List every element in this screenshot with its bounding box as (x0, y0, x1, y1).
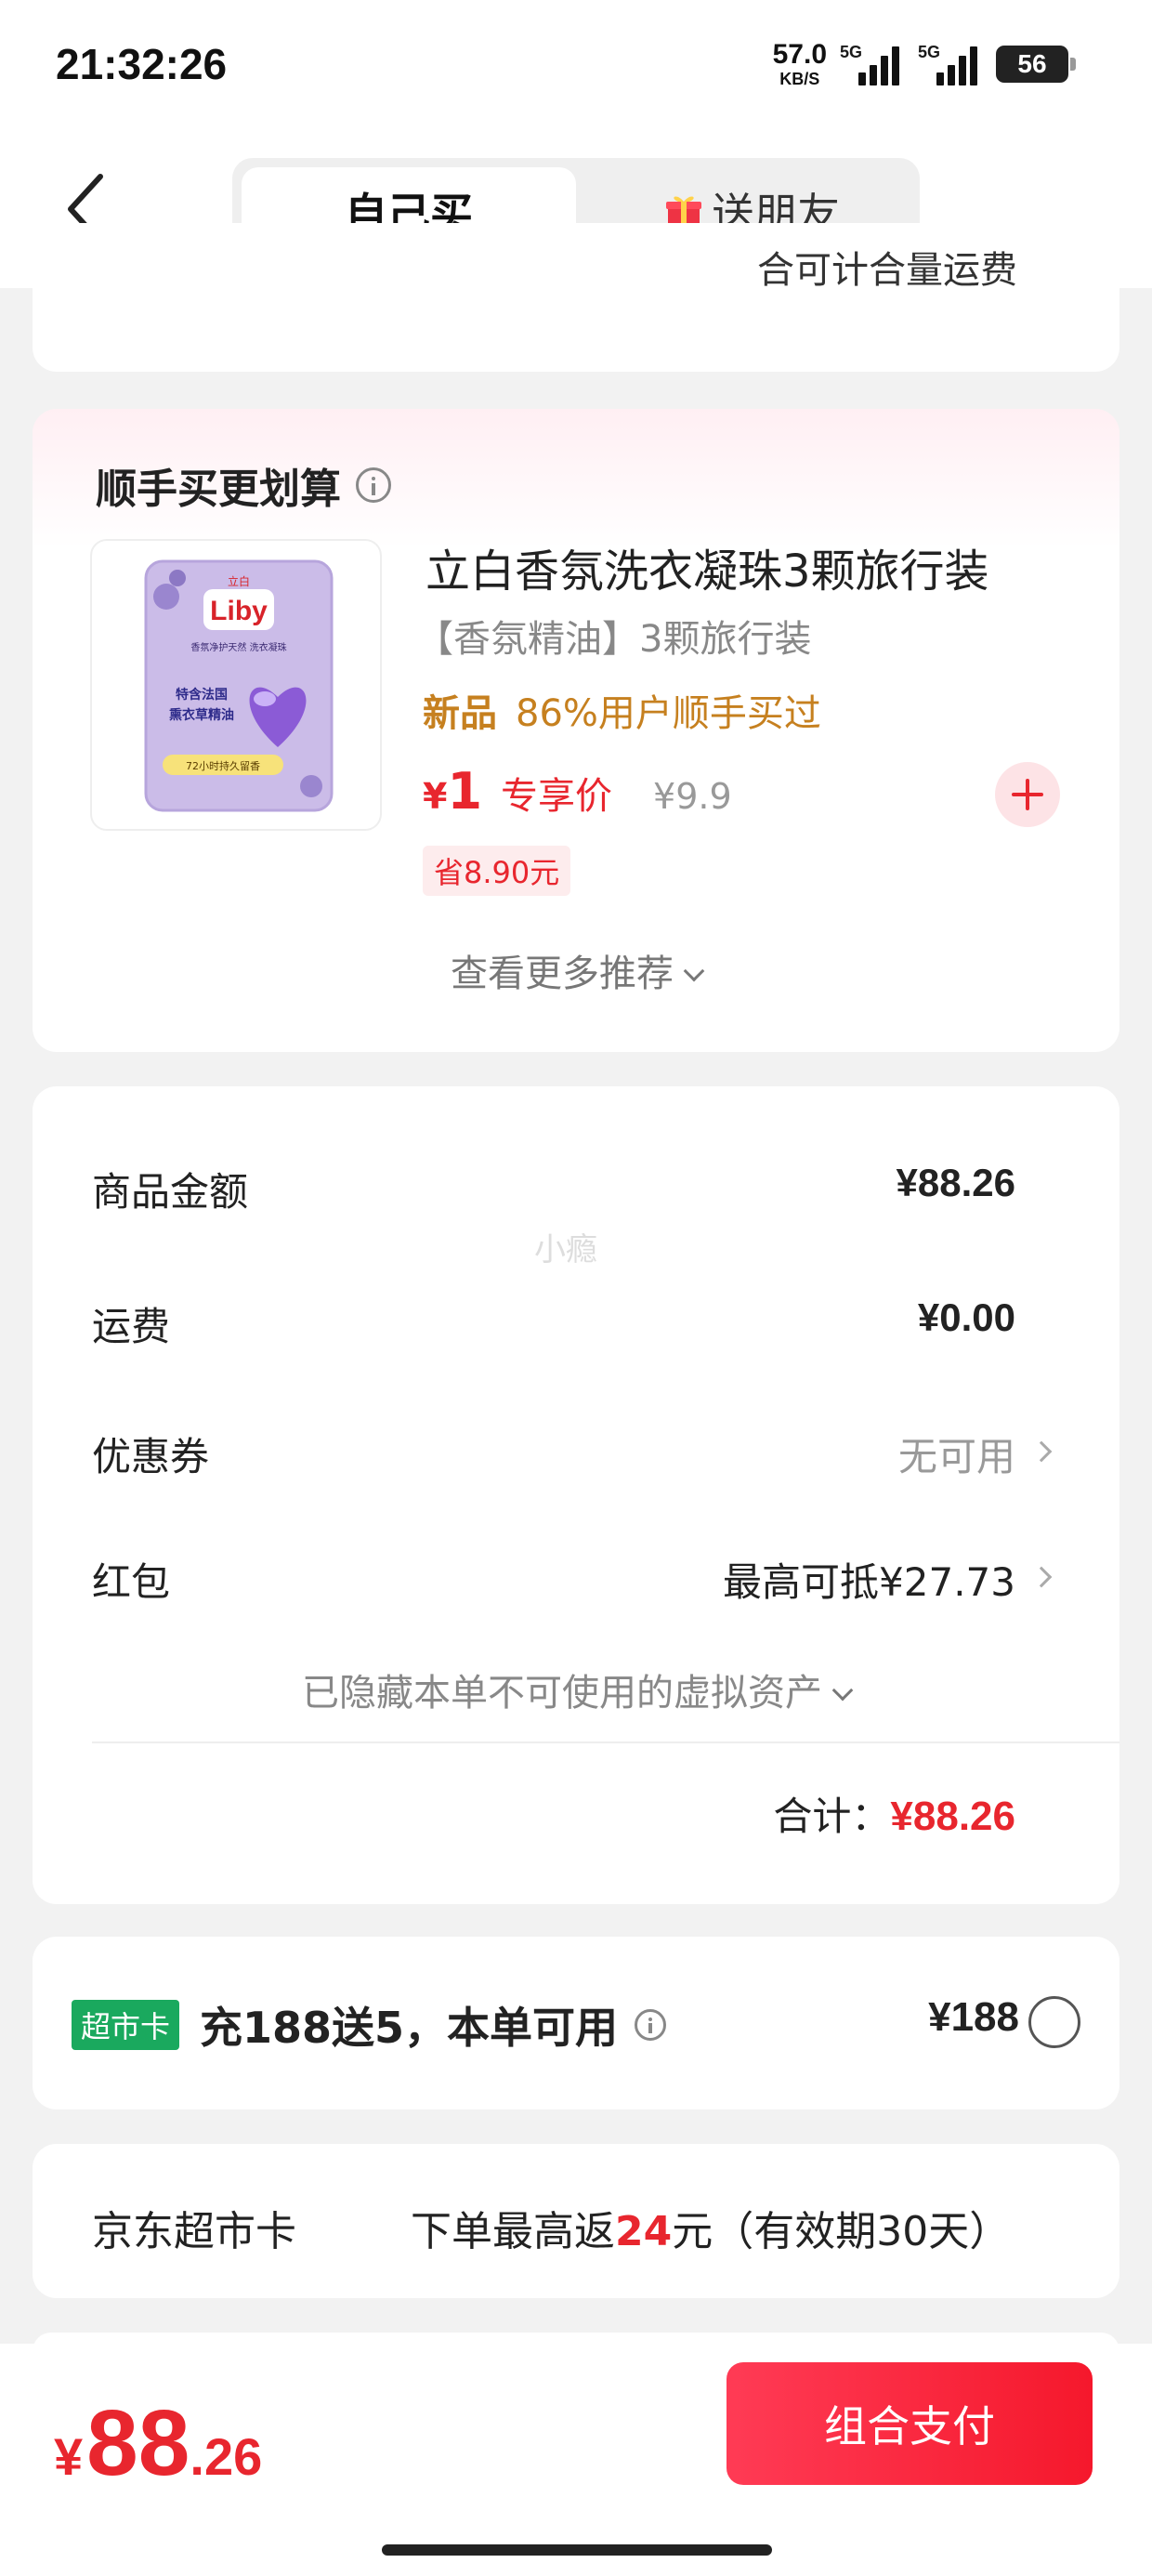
status-time: 21:32:26 (56, 40, 228, 88)
recommendation-title: 顺手买更划算 (96, 455, 391, 515)
product-image[interactable]: Liby 立白 香氛净护天然 洗衣凝珠 特含法国 熏衣草精油 72小时持久留香 (90, 539, 382, 831)
product-image-line2: 特含法国 (176, 687, 228, 703)
signal-icon: 5G (840, 43, 905, 85)
row-shipping: 运费 ¥0.00 (33, 1286, 1119, 1360)
network-speed: 57.0 KB/S (772, 39, 827, 88)
payable-amount: ¥ 88 .26 (54, 2390, 262, 2497)
total-label: 合计： (773, 1794, 891, 1839)
supermarket-card-offer[interactable]: 超市卡 充188送5，本单可用 ¥188 (33, 1937, 1119, 2109)
product-image-line4: 72小时持久留香 (186, 759, 260, 772)
divider (92, 1741, 1119, 1743)
row-red-packet[interactable]: 红包 最高可抵¥27.73 (33, 1542, 1119, 1616)
battery-level: 56 (1017, 49, 1047, 78)
price-summary-card: 小瘾 商品金额 ¥88.26 运费 ¥0.00 优惠券 无可用 红包 最高可抵¥… (33, 1086, 1119, 1904)
offer-radio[interactable] (1028, 1996, 1080, 2048)
chevron-down-icon (683, 960, 705, 982)
status-icons: 57.0 KB/S 5G 5G 56 (772, 39, 1076, 88)
product-image-line1: 香氛净护天然 洗衣凝珠 (190, 641, 286, 653)
row-goods-amount: 商品金额 ¥88.26 (33, 1151, 1119, 1226)
jd-desc-prefix: 下单最高返 (411, 2208, 615, 2255)
row-label: 红包 (92, 1559, 171, 1605)
amount-decimal: .26 (190, 2427, 263, 2486)
clipped-shipping-text: 合可计合量运费 (757, 249, 1017, 292)
row-value: ¥0.00 (917, 1295, 1015, 1339)
chevron-down-icon (831, 1679, 854, 1702)
jd-card-label: 京东超市卡 (92, 2208, 296, 2255)
hidden-assets-label: 已隐藏本单不可使用的虚拟资产 (302, 1672, 822, 1715)
offer-label: 充188送5，本单可用 (200, 2003, 619, 2053)
price-label: 专享价 (501, 775, 613, 818)
buyers-percentage: 86%用户顺手买过 (516, 692, 821, 735)
savings-badge: 省8.90元 (423, 846, 571, 896)
network-speed-value: 57.0 (772, 39, 827, 70)
chevron-right-icon (1030, 1566, 1053, 1588)
more-recommendations-link[interactable]: 查看更多推荐 (33, 943, 1119, 997)
info-icon[interactable] (635, 2009, 667, 2041)
product-spec: 【香氛精油】3颗旅行装 (416, 618, 812, 661)
chevron-right-icon (1030, 1440, 1053, 1463)
row-value: 最高可抵¥27.73 (723, 1559, 1015, 1605)
home-indicator[interactable] (382, 2544, 772, 2556)
row-coupon[interactable]: 优惠券 无可用 (33, 1416, 1119, 1491)
jd-desc-amount: 24 (615, 2208, 673, 2255)
total-value: ¥88.26 (890, 1794, 1015, 1839)
signal-label: 5G (918, 43, 941, 61)
row-value: ¥88.26 (896, 1161, 1015, 1204)
product-image-brand: Liby (210, 596, 268, 626)
recommendation-title-text: 顺手买更划算 (96, 466, 341, 513)
jd-supermarket-card-row: 京东超市卡 下单最高返24元（有效期30天） (33, 2144, 1119, 2298)
product-name[interactable]: 立白香氛洗衣凝珠3颗旅行装 (425, 534, 989, 599)
add-to-order-button[interactable] (995, 762, 1060, 827)
add-on-recommendation-card: 顺手买更划算 Liby 立白 香氛净护天然 洗衣凝珠 特含法国 熏衣草精油 72… (33, 409, 1119, 1052)
battery-icon: 56 (996, 46, 1076, 83)
status-bar: 21:32:26 57.0 KB/S 5G 5G 56 (0, 0, 1152, 139)
combined-pay-button[interactable]: 组合支付 (727, 2362, 1093, 2485)
jd-desc-suffix: 元（有效期30天） (672, 2208, 1011, 2255)
supermarket-card-badge: 超市卡 (72, 2000, 180, 2050)
amount-integer: 88 (86, 2391, 190, 2495)
row-label: 运费 (92, 1304, 171, 1349)
network-speed-unit: KB/S (779, 70, 820, 88)
product-image-line3: 熏衣草精油 (169, 707, 234, 723)
info-icon[interactable] (356, 467, 391, 503)
amount-symbol: ¥ (54, 2427, 84, 2486)
order-total: 合计： ¥88.26 (773, 1785, 1015, 1842)
price-symbol: ¥ (423, 776, 448, 817)
hidden-assets-toggle[interactable]: 已隐藏本单不可使用的虚拟资产 (33, 1663, 1119, 1716)
row-value: 无可用 (897, 1434, 1015, 1479)
offer-price: ¥188 (928, 1994, 1019, 2040)
product-package-image: Liby 立白 香氛净护天然 洗衣凝珠 特含法国 熏衣草精油 72小时持久留香 (144, 559, 334, 812)
row-label: 商品金额 (92, 1169, 249, 1215)
jd-card-description: 下单最高返24元（有效期30天） (411, 2198, 1010, 2257)
offer-text: 充188送5，本单可用 (200, 1994, 667, 2056)
new-product-tag: 新品 (423, 692, 497, 735)
product-image-cn-brand: 立白 (228, 574, 250, 588)
signal-icon: 5G (918, 43, 983, 85)
previous-section-card: 合可计合量运费 (33, 223, 1119, 372)
more-recommendations-label: 查看更多推荐 (451, 953, 674, 995)
watermark: 小瘾 (534, 1231, 597, 1268)
product-tags: 新品 86%用户顺手买过 (423, 683, 821, 737)
signal-label: 5G (840, 43, 863, 61)
checkout-bar: ¥ 88 .26 组合支付 (0, 2344, 1152, 2576)
row-label: 优惠券 (92, 1434, 210, 1479)
price-value: 1 (447, 762, 483, 821)
product-price: ¥ 1 专享价 ¥9.9 (423, 762, 732, 821)
original-price: ¥9.9 (653, 776, 732, 817)
